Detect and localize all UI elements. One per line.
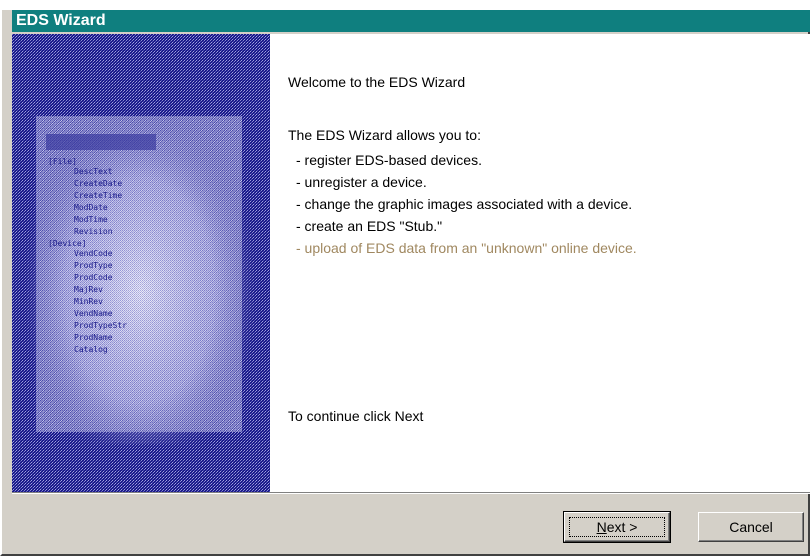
title-bar[interactable]: EDS Wizard bbox=[12, 10, 810, 32]
list-item: - unregister a device. bbox=[296, 174, 427, 190]
next-label-rest: ext > bbox=[606, 519, 638, 535]
illustration-section: [Device] bbox=[48, 239, 87, 248]
window-title: EDS Wizard bbox=[16, 12, 106, 29]
cancel-button-label: Cancel bbox=[729, 519, 773, 535]
illustration-row: ModTime bbox=[74, 215, 108, 224]
wizard-illustration: [File] DescText CreateDate CreateTime ModDat… bbox=[12, 34, 270, 492]
wizard-content: Welcome to the EDS Wizard The EDS Wizard… bbox=[270, 34, 810, 492]
illustration-row: Revision bbox=[74, 227, 113, 236]
list-item-disabled: - upload of EDS data from an "unknown" o… bbox=[296, 240, 637, 256]
cancel-button[interactable]: Cancel bbox=[698, 512, 804, 542]
illustration-section: [File] bbox=[48, 157, 77, 166]
next-button-label: Next > bbox=[597, 519, 638, 535]
footer-separator bbox=[12, 492, 810, 494]
continue-text: To continue click Next bbox=[288, 408, 424, 424]
illustration-row: ProdCode bbox=[74, 273, 113, 282]
top-strip bbox=[2, 0, 810, 10]
illustration-row: VendName bbox=[74, 309, 113, 318]
illustration-row: CreateTime bbox=[74, 191, 122, 200]
list-item: - register EDS-based devices. bbox=[296, 152, 482, 168]
illustration-row: MinRev bbox=[74, 297, 103, 306]
eds-wizard-window: EDS Wizard [File] DescText CreateDate Cr… bbox=[0, 0, 810, 556]
welcome-heading: Welcome to the EDS Wizard bbox=[288, 74, 466, 90]
illustration-row: ProdName bbox=[74, 333, 113, 342]
illustration-row: MajRev bbox=[74, 285, 103, 294]
illustration-graphic: [File]DescText CreateDate CreateTime ModDat… bbox=[12, 34, 270, 492]
illustration-row: ModDate bbox=[74, 203, 108, 212]
illustration-row: ProdTypeStr bbox=[74, 321, 127, 330]
illustration-row: ProdType bbox=[74, 261, 113, 270]
illustration-row: VendCode bbox=[74, 249, 113, 258]
illustration-row: Catalog bbox=[74, 345, 108, 354]
intro-text: The EDS Wizard allows you to: bbox=[288, 127, 481, 143]
illustration-row: CreateDate bbox=[74, 179, 122, 188]
next-mnemonic: N bbox=[596, 519, 607, 535]
illustration-toolbar bbox=[46, 134, 156, 150]
next-button[interactable]: Next > bbox=[563, 511, 671, 543]
illustration-row: DescText bbox=[74, 167, 113, 176]
list-item: - create an EDS "Stub." bbox=[296, 218, 443, 234]
list-item: - change the graphic images associated w… bbox=[296, 196, 633, 212]
